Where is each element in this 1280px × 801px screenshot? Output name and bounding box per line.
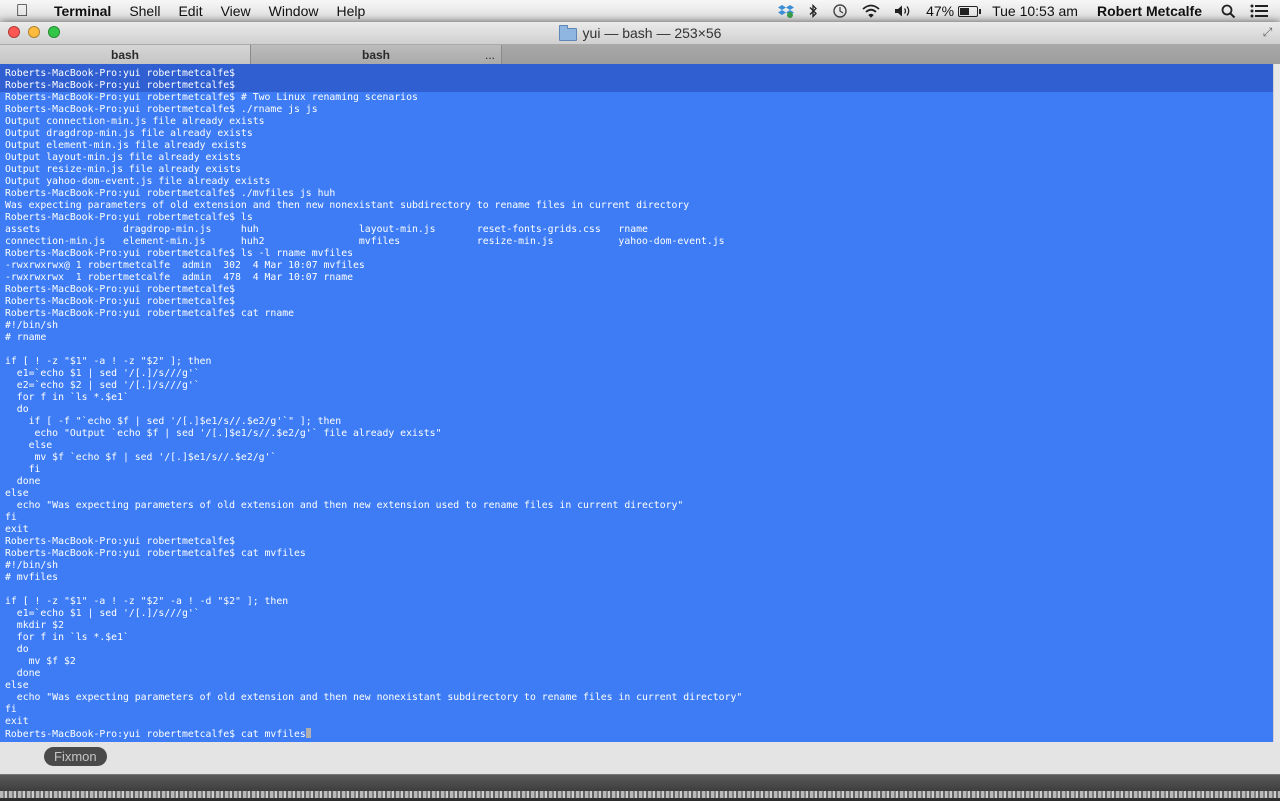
terminal-line: Roberts-MacBook-Pro:yui robertmetcalfe$ … (5, 308, 295, 319)
terminal-line: Output layout-min.js file already exists (5, 152, 241, 163)
terminal-line: mv $f `echo $f | sed '/[.]$e1/s//.$e2/g'… (5, 452, 277, 463)
terminal-line: Output connection-min.js file already ex… (5, 116, 265, 127)
terminal-line: do (5, 644, 29, 655)
tab-bar-empty-area (502, 45, 1280, 65)
menu-help[interactable]: Help (327, 0, 374, 22)
terminal-line: mv $f $2 (5, 656, 76, 667)
terminal-line: Roberts-MacBook-Pro:yui robertmetcalfe$ … (5, 728, 742, 740)
terminal-line: fi (5, 704, 17, 715)
terminal-output[interactable]: Roberts-MacBook-Pro:yui robertmetcalfe$ R… (0, 64, 1274, 742)
battery-icon (958, 5, 982, 17)
menu-window[interactable]: Window (260, 0, 328, 22)
terminal-line: Output yahoo-dom-event.js file already e… (5, 176, 271, 187)
terminal-line: Roberts-MacBook-Pro:yui robertmetcalfe$ … (5, 548, 306, 559)
terminal-line: Roberts-MacBook-Pro:yui robertmetcalfe$ … (5, 92, 418, 103)
window-title: yui — bash — 253×56 (582, 25, 722, 41)
terminal-line: fi (5, 464, 41, 475)
dock-tooltip: Fixmon (44, 747, 107, 766)
menu-clock[interactable]: Tue 10:53 am (985, 0, 1085, 22)
menu-view[interactable]: View (212, 0, 260, 22)
terminal-line: Roberts-MacBook-Pro:yui robertmetcalfe$ … (5, 104, 318, 115)
tab-label: bash (110, 48, 139, 62)
terminal-line: echo "Output `echo $f | sed '/[.]$e1/s//… (5, 428, 442, 439)
terminal-scrollbar[interactable] (1273, 64, 1280, 742)
terminal-line: # mvfiles (5, 572, 59, 583)
volume-icon[interactable] (887, 4, 919, 18)
fullscreen-icon[interactable]: ⤢ (1261, 26, 1274, 39)
terminal-line: else (5, 680, 29, 691)
terminal-line: done (5, 668, 41, 679)
tab-label: bash (361, 48, 390, 62)
terminal-line: e1=`echo $1 | sed '/[.]/s///g'` (5, 608, 200, 619)
terminal-line: Roberts-MacBook-Pro:yui robertmetcalfe$ … (5, 248, 353, 259)
terminal-line: if [ -f "`echo $f | sed '/[.]$e1/s//.$e2… (5, 416, 342, 427)
terminal-line: exit (5, 716, 29, 727)
terminal-line: do (5, 404, 29, 415)
terminal-line: connection-min.js element-min.js huh2 mv… (5, 236, 725, 247)
tab-bash-1[interactable]: bash (0, 45, 251, 65)
terminal-line: #!/bin/sh (5, 320, 59, 331)
terminal-line: Roberts-MacBook-Pro:yui robertmetcalfe$ (5, 80, 236, 91)
terminal-line: Roberts-MacBook-Pro:yui robertmetcalfe$ (5, 68, 236, 79)
terminal-lines: Roberts-MacBook-Pro:yui robertmetcalfe$ R… (5, 68, 742, 740)
menu-terminal[interactable]: Terminal (44, 0, 120, 22)
terminal-line: if [ ! -z "$1" -a ! -z "$2" ]; then (5, 356, 212, 367)
close-window-button[interactable] (8, 26, 20, 38)
terminal-line: -rwxrwxrwx@ 1 robertmetcalfe admin 302 4… (5, 260, 365, 271)
terminal-line: for f in `ls *.$e1` (5, 632, 129, 643)
terminal-line: -rwxrwxrwx 1 robertmetcalfe admin 478 4 … (5, 272, 353, 283)
status-area: 47% Tue 10:53 am Robert Metcalfe (771, 0, 1280, 22)
terminal-line: fi (5, 512, 17, 523)
terminal-line: else (5, 440, 53, 451)
terminal-line: mkdir $2 (5, 620, 64, 631)
terminal-line: Roberts-MacBook-Pro:yui robertmetcalfe$ (5, 284, 236, 295)
terminal-line: Output resize-min.js file already exists (5, 164, 241, 175)
terminal-line: Was expecting parameters of old extensio… (5, 200, 690, 211)
tab-bash-2[interactable]: bash ... (251, 45, 502, 65)
folder-icon (558, 24, 577, 41)
terminal-line: for f in `ls *.$e1` (5, 392, 129, 403)
battery-percent: 47% (926, 3, 955, 19)
notification-center-icon[interactable] (1243, 4, 1280, 18)
terminal-line: echo "Was expecting parameters of old ex… (5, 500, 684, 511)
terminal-line: e1=`echo $1 | sed '/[.]/s///g'` (5, 368, 200, 379)
menu-bar:  Terminal Shell Edit View Window Help 4… (0, 0, 1280, 23)
bluetooth-icon[interactable] (801, 4, 825, 18)
battery-status[interactable]: 47% (919, 0, 985, 22)
apple-menu-icon[interactable]:  (0, 0, 44, 22)
window-titlebar[interactable]: yui — bash — 253×56 ⤢ (0, 22, 1280, 45)
terminal-line: echo "Was expecting parameters of old ex… (5, 692, 743, 703)
text-cursor (305, 728, 311, 738)
minimize-window-button[interactable] (28, 26, 40, 38)
tab-more-indicator: ... (484, 48, 495, 62)
terminal-line: assets dragdrop-min.js huh layout-min.js… (5, 224, 648, 235)
tab-bar: bash bash ... (0, 45, 1280, 66)
menu-edit[interactable]: Edit (169, 0, 211, 22)
dock: Fixmon (0, 747, 1280, 801)
time-machine-icon[interactable] (825, 3, 855, 19)
wifi-icon[interactable] (855, 4, 887, 18)
terminal-line: Output dragdrop-min.js file already exis… (5, 128, 253, 139)
terminal-line: #!/bin/sh (5, 560, 59, 571)
spotlight-search-icon[interactable] (1214, 4, 1243, 19)
terminal-line: exit (5, 524, 29, 535)
terminal-line: if [ ! -z "$1" -a ! -z "$2" -a ! -d "$2"… (5, 596, 289, 607)
terminal-line: Roberts-MacBook-Pro:yui robertmetcalfe$ … (5, 212, 253, 223)
menu-shell[interactable]: Shell (120, 0, 169, 22)
terminal-line: Roberts-MacBook-Pro:yui robertmetcalfe$ (5, 296, 236, 307)
terminal-line: done (5, 476, 41, 487)
user-name[interactable]: Robert Metcalfe (1085, 0, 1214, 22)
terminal-line: # rname (5, 332, 47, 343)
terminal-line: e2=`echo $2 | sed '/[.]/s///g'` (5, 380, 200, 391)
zoom-window-button[interactable] (48, 26, 60, 38)
dropbox-icon[interactable] (771, 4, 801, 18)
window-controls (8, 26, 60, 38)
terminal-line: else (5, 488, 29, 499)
window-title-group: yui — bash — 253×56 (558, 22, 722, 44)
terminal-line: Output element-min.js file already exist… (5, 140, 247, 151)
terminal-line: Roberts-MacBook-Pro:yui robertmetcalfe$ … (5, 188, 336, 199)
terminal-line: Roberts-MacBook-Pro:yui robertmetcalfe$ (5, 536, 236, 547)
